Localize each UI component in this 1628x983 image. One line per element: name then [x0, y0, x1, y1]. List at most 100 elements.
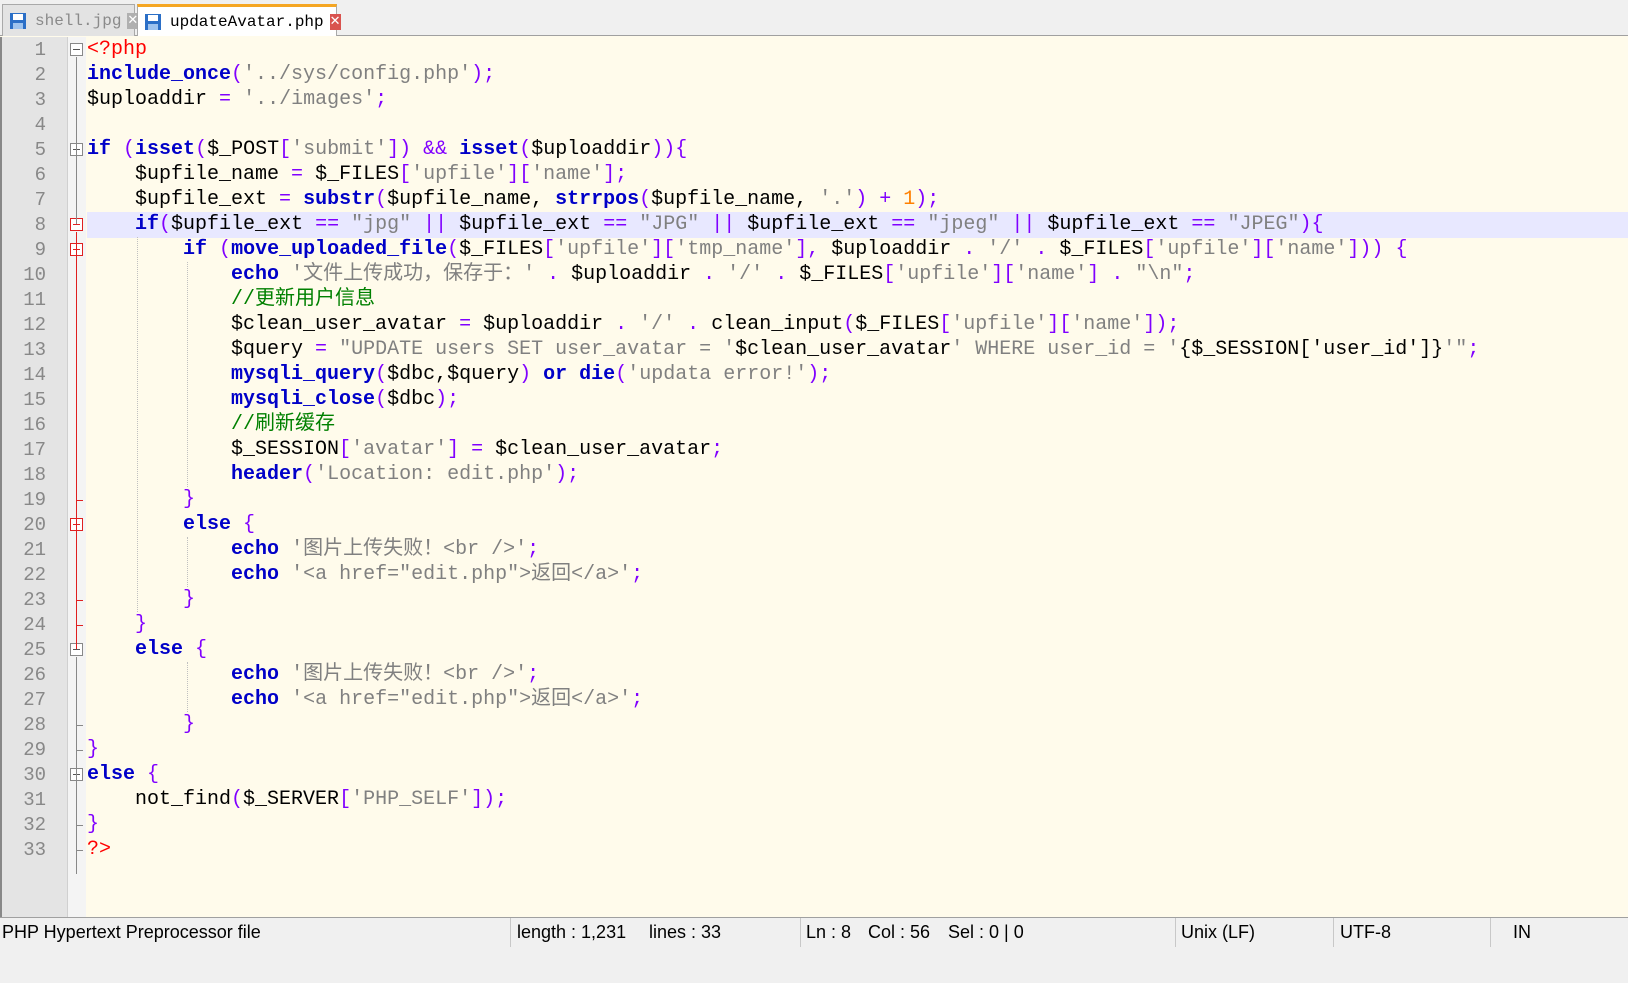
line-number: 18: [23, 464, 46, 486]
code-line[interactable]: not_find($_SERVER['PHP_SELF']);: [87, 787, 507, 813]
code-line[interactable]: //更新用户信息: [87, 287, 375, 313]
line-number: 3: [34, 89, 46, 111]
code-line[interactable]: <?php: [87, 37, 147, 63]
line-number: 26: [23, 664, 46, 686]
fold-end-tick: [76, 500, 83, 501]
code-line[interactable]: header('Location: edit.php');: [87, 462, 579, 488]
code-line[interactable]: else {: [87, 637, 207, 663]
line-number-gutter: 1 2 3 4 5 6 7 8 9 10 11 12 13 14 15 16 17 18 19 20 21 22 23 24 2…: [2, 37, 68, 947]
line-number: 25: [23, 639, 46, 661]
line-number: 27: [23, 689, 46, 711]
line-number: 20: [23, 514, 46, 536]
line-number: 9: [34, 239, 46, 261]
code-line[interactable]: $clean_user_avatar = $uploaddir . '/' . …: [87, 312, 1179, 338]
fold-line: [76, 657, 77, 874]
status-col: Col : 56: [868, 922, 931, 942]
code-line[interactable]: $upfile_ext = substr($upfile_name, strrp…: [87, 187, 939, 213]
floppy-disk-icon: [144, 13, 162, 31]
fold-margin: [68, 37, 86, 947]
status-file-type: PHP Hypertext Preprocessor file: [2, 922, 261, 942]
status-sel: Sel : 0 | 0: [948, 922, 1024, 942]
line-number: 23: [23, 589, 46, 611]
line-number: 16: [23, 414, 46, 436]
status-separator: [800, 918, 801, 948]
code-line[interactable]: echo '<a href="edit.php">返回</a>';: [87, 687, 643, 713]
fold-line: [76, 232, 77, 649]
tab-label: updateAvatar.php: [170, 12, 324, 31]
status-separator: [1175, 918, 1176, 948]
line-number: 5: [34, 139, 46, 161]
code-line[interactable]: mysqli_query($dbc,$query) or die('updata…: [87, 362, 831, 388]
line-number: 21: [23, 539, 46, 561]
code-editor[interactable]: 1 2 3 4 5 6 7 8 9 10 11 12 13 14 15 16 17 18 19 20 21 22 23 24 2…: [0, 37, 1628, 947]
code-line[interactable]: ?>: [87, 837, 111, 863]
code-line[interactable]: }: [87, 487, 195, 513]
line-number: 32: [23, 814, 46, 836]
status-separator: [510, 918, 511, 948]
code-line[interactable]: }: [87, 612, 147, 638]
code-line[interactable]: mysqli_close($dbc);: [87, 387, 459, 413]
code-line[interactable]: }: [87, 587, 195, 613]
fold-toggle-icon[interactable]: [70, 43, 83, 56]
line-number: 4: [34, 114, 46, 136]
line-number: 19: [23, 489, 46, 511]
code-line[interactable]: echo '图片上传失败！<br />';: [87, 662, 539, 688]
line-number: 7: [34, 189, 46, 211]
line-number: 8: [34, 214, 46, 236]
code-line[interactable]: echo '文件上传成功，保存于：' . $uploaddir . '/' . …: [87, 262, 1195, 288]
code-line[interactable]: }: [87, 737, 99, 763]
tab-bar: shell.jpg ✕ updateAvatar.php ✕: [0, 0, 1628, 36]
code-line[interactable]: if (move_uploaded_file($_FILES['upfile']…: [87, 237, 1407, 263]
code-line[interactable]: $uploaddir = '../images';: [87, 87, 387, 113]
indent-guide: [187, 662, 188, 712]
code-line[interactable]: else {: [87, 762, 159, 788]
line-number: 6: [34, 164, 46, 186]
code-line[interactable]: if (isset($_POST['submit']) && isset($up…: [87, 137, 687, 163]
line-number: 33: [23, 839, 46, 861]
code-line[interactable]: include_once('../sys/config.php');: [87, 62, 495, 88]
indent-guide: [187, 537, 188, 587]
status-insert-mode: IN: [1513, 922, 1531, 942]
status-encoding[interactable]: UTF-8: [1340, 922, 1391, 943]
window-bottom: [0, 947, 1628, 983]
code-line[interactable]: $query = "UPDATE users SET user_avatar =…: [87, 337, 1479, 363]
line-number: 15: [23, 389, 46, 411]
line-number: 13: [23, 339, 46, 361]
fold-end-tick: [76, 850, 83, 851]
notepad-plus-plus-window: shell.jpg ✕ updateAvatar.php ✕ 123456789…: [0, 0, 1628, 983]
tab-shell-jpg[interactable]: shell.jpg ✕: [2, 4, 139, 36]
status-bar: PHP Hypertext Preprocessor file length :…: [0, 917, 1628, 948]
line-number: 1: [34, 39, 46, 61]
line-number: 17: [23, 439, 46, 461]
line-number: 28: [23, 714, 46, 736]
status-eol[interactable]: Unix (LF): [1181, 922, 1255, 943]
code-line[interactable]: if($upfile_ext == "jpg" || $upfile_ext =…: [87, 212, 1628, 238]
status-ln: Ln : 8: [806, 922, 852, 942]
code-line[interactable]: echo '图片上传失败！<br />';: [87, 537, 539, 563]
fold-end-tick: [76, 750, 83, 751]
fold-line: [76, 57, 77, 224]
indent-guide: [137, 237, 138, 612]
tab-label: shell.jpg: [35, 11, 122, 30]
fold-end-tick: [76, 625, 83, 626]
status-separator: [1333, 918, 1334, 948]
line-number: 22: [23, 564, 46, 586]
line-number: 31: [23, 789, 46, 811]
tab-update-avatar-php[interactable]: updateAvatar.php ✕: [137, 4, 341, 36]
fold-end-tick: [76, 725, 83, 726]
status-separator: [1490, 918, 1491, 948]
fold-end-tick: [76, 825, 83, 826]
code-line[interactable]: echo '<a href="edit.php">返回</a>';: [87, 562, 643, 588]
status-length: length : 1,231: [517, 922, 627, 942]
line-number: 11: [23, 289, 46, 311]
line-number: 29: [23, 739, 46, 761]
code-line[interactable]: $upfile_name = $_FILES['upfile']['name']…: [87, 162, 627, 188]
status-lines: lines : 33: [649, 922, 722, 942]
code-line[interactable]: //刷新缓存: [87, 412, 335, 438]
close-tab-icon[interactable]: ✕: [329, 13, 341, 30]
code-line[interactable]: }: [87, 812, 99, 838]
line-number: 2: [34, 64, 46, 86]
code-line[interactable]: else {: [87, 512, 255, 538]
code-line[interactable]: }: [87, 712, 195, 738]
code-line[interactable]: $_SESSION['avatar'] = $clean_user_avatar…: [87, 437, 723, 463]
